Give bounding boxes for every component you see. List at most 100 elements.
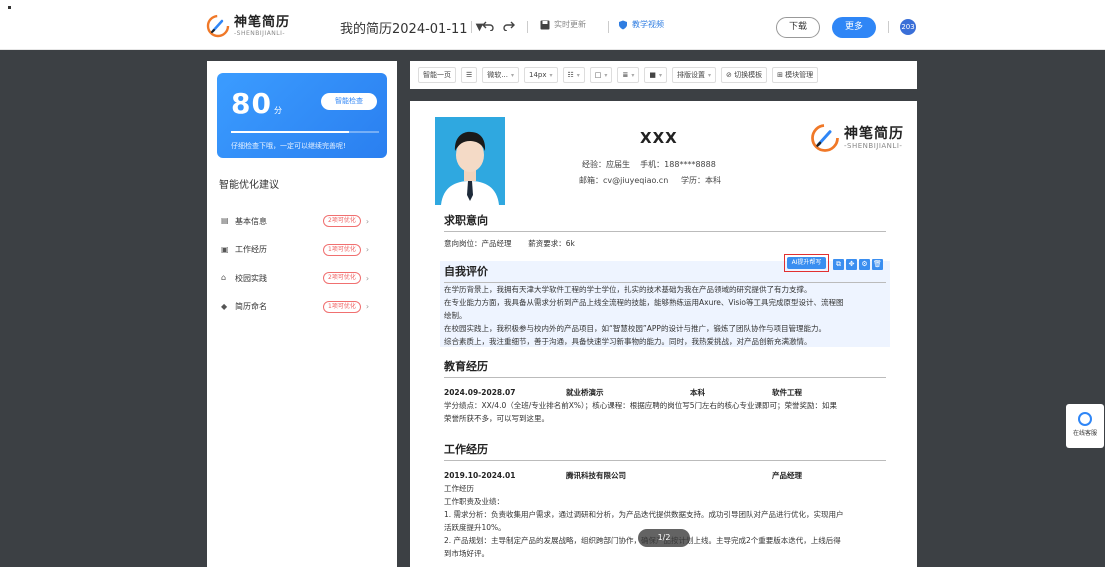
realtime-save-toggle[interactable]: 实时更新 [540, 19, 586, 30]
resume-name[interactable]: XXX [640, 129, 678, 147]
divider [527, 21, 528, 33]
text-line: 在专业能力方面，我具备从需求分析到产品上线全流程的技能，能够熟练运用Axure、… [444, 298, 844, 307]
suggestions-list: ▤ 基本信息 2项可优化 › ▣ 工作经历 1项可优化 › ⌂ 校园实践 2项可… [221, 207, 386, 321]
education-section[interactable]: 教育经历 2024.09-2028.07 就业桥演示 本科 软件工程 学分绩点：… [444, 358, 886, 425]
undo-button[interactable] [482, 19, 494, 31]
phone-label: 手机： [640, 160, 665, 169]
smart-one-page-button[interactable]: 智能一页 [418, 67, 456, 83]
suggestions-title: 智能优化建议 [219, 180, 279, 191]
section-title: 教育经历 [444, 358, 886, 378]
chevron-down-icon: ▾ [549, 71, 553, 79]
text-line: 荣誉所获不多，可以写到这里。 [444, 414, 549, 423]
brand-logo-icon [811, 124, 839, 152]
score-progress-fill [231, 131, 350, 133]
font-size-select[interactable]: 14px ▾ [523, 67, 558, 83]
indent-button[interactable]: ☰ [461, 67, 478, 83]
text-line: 综合素质上，我注重细节，善于沟通，具备快速学习新事物的能力。同时，我热爱挑战，对… [444, 337, 812, 346]
line-height-select[interactable]: ☷ ▾ [562, 67, 585, 83]
text-line: 学分绩点：XX/4.0（全班/专业排名前X%）；核心课程：根据应聘的岗位写5门左… [444, 401, 838, 410]
save-icon [540, 20, 550, 29]
teaching-label: 教学视频 [632, 20, 664, 29]
brand-subtitle: -SHENBIJIANLI- [234, 29, 286, 37]
module-manage-button[interactable]: ⊞ 模块管理 [772, 67, 819, 83]
chevron-down-icon: ▾ [658, 71, 662, 79]
work-period: 2019.10-2024.01 [444, 471, 516, 480]
intent-section[interactable]: 求职意向 意向岗位：产品经理 薪资要求：6k [444, 212, 886, 250]
briefcase-icon: ▣ [221, 244, 229, 254]
realtime-label: 实时更新 [554, 20, 586, 29]
education-row: 2024.09-2028.07 就业桥演示 本科 软件工程 [444, 386, 886, 399]
switch-icon: ⊘ [725, 71, 735, 79]
person-avatar-icon [435, 117, 505, 205]
chevron-down-icon: ▾ [631, 71, 635, 79]
chevron-down-icon: ▾ [604, 71, 608, 79]
score-card: 80 分 智能检查 仔细检查下哦，一定可以继续完善呢! [217, 73, 387, 158]
download-button[interactable]: 下载 [776, 17, 820, 38]
delete-icon[interactable]: 🗑 [872, 259, 883, 270]
text-line: 在学历背景上，我拥有天津大学软件工程的学士学位，扎实的技术基础为我在产品领域的研… [444, 285, 812, 294]
brand-title: 神笔简历 [234, 14, 291, 30]
suggestion-label: 简历命名 [235, 302, 267, 312]
suggestion-badge: 1项可优化 [323, 243, 361, 256]
settings-icon[interactable]: ⚙ [859, 259, 870, 270]
ai-write-label: AI提升帮写 [787, 257, 826, 269]
suggestion-badge: 1项可优化 [323, 300, 361, 313]
line-height-icon: ☷ [567, 71, 574, 79]
id-card-icon: ▤ [221, 216, 229, 226]
self-evaluation-section[interactable]: 自我评价 在学历背景上，我拥有天津大学软件工程的学士学位，扎实的技术基础为我在产… [440, 261, 890, 347]
font-select[interactable]: 微软... ▾ [482, 67, 519, 83]
text-line: 到市场好评。 [444, 549, 489, 558]
spacing-select[interactable]: ≣ ▾ [617, 67, 640, 83]
score-hint: 仔细检查下哦，一定可以继续完善呢! [231, 142, 346, 150]
brand-subtitle: -SHENBIJIANLI- [844, 141, 903, 150]
suggestion-item[interactable]: ◆ 简历命名 1项可优化 › [221, 293, 386, 322]
corner-mark [8, 6, 11, 9]
redo-button[interactable] [503, 19, 515, 31]
shield-icon [619, 20, 627, 29]
margin-select[interactable]: □ ▾ [589, 67, 613, 83]
resume-title-dropdown[interactable]: 我的简历2024-01-11 ▼ [340, 18, 483, 37]
email-value: cv@jiuyeqiao.cn [603, 176, 669, 185]
layout-settings-label: 排版设置 [676, 71, 705, 79]
undo-icon [482, 21, 494, 31]
online-service-button[interactable]: 在线客服 [1066, 404, 1104, 448]
resume-brand-logo: 神笔简历 -SHENBIJIANLI- [810, 123, 904, 153]
suggestion-item[interactable]: ▣ 工作经历 1项可优化 › [221, 236, 386, 265]
copy-icon[interactable]: ⧉ [833, 259, 844, 270]
education-major: 软件工程 [772, 388, 802, 397]
layout-settings-select[interactable]: 排版设置 ▾ [671, 67, 716, 83]
chevron-down-icon: ▾ [707, 71, 711, 79]
divider [888, 21, 889, 33]
headset-icon [1078, 412, 1092, 426]
brand-title: 神笔简历 [844, 125, 904, 142]
ai-write-button[interactable]: AI提升帮写 [784, 254, 829, 272]
suggestion-label: 校园实践 [235, 273, 267, 283]
education-value: 本科 [705, 176, 721, 185]
switch-template-button[interactable]: ⊘ 切换模板 [720, 67, 768, 83]
smart-check-button[interactable]: 智能检查 [321, 93, 377, 110]
redo-icon [503, 21, 515, 31]
left-panel: 80 分 智能检查 仔细检查下哦，一定可以继续完善呢! 智能优化建议 ▤ 基本信… [207, 61, 397, 567]
intent-line: 意向岗位：产品经理 薪资要求：6k [444, 237, 886, 250]
section-title: 工作经历 [444, 441, 886, 461]
self-evaluation-text: 在学历背景上，我拥有天津大学软件工程的学士学位，扎实的技术基础为我在产品领域的研… [444, 283, 890, 348]
indent-icon: ☰ [466, 71, 473, 79]
resume-contact-line-2[interactable]: 邮箱：cv@jiuyeqiao.cn 学历：本科 [579, 175, 721, 186]
margin-icon: □ [594, 71, 602, 79]
score-value: 80 [231, 87, 272, 120]
text-line: 工作职责及业绩： [444, 497, 504, 506]
suggestion-item[interactable]: ⌂ 校园实践 2项可优化 › [221, 264, 386, 293]
resume-contact-line-1[interactable]: 经验：应届生 手机：188****8888 [582, 159, 716, 170]
user-avatar[interactable]: 203 [900, 19, 916, 35]
teaching-video-link[interactable]: 教学视频 [618, 19, 664, 30]
move-icon[interactable]: ✥ [846, 259, 857, 270]
education-degree: 本科 [690, 388, 705, 397]
color-select[interactable]: ■ ▾ [644, 67, 667, 83]
brand-logo[interactable]: 神笔简历 -SHENBIJIANLI- [206, 14, 290, 38]
profile-photo[interactable] [435, 117, 505, 205]
more-button[interactable]: 更多 [832, 17, 876, 38]
suggestion-item[interactable]: ▤ 基本信息 2项可优化 › [221, 207, 386, 236]
divider [471, 21, 472, 33]
text-line: 在校园实践上，我积极参与校内外的产品项目，如“智慧校园”APP的设计与推广，锻炼… [444, 324, 826, 333]
suggestion-label: 基本信息 [235, 216, 267, 226]
